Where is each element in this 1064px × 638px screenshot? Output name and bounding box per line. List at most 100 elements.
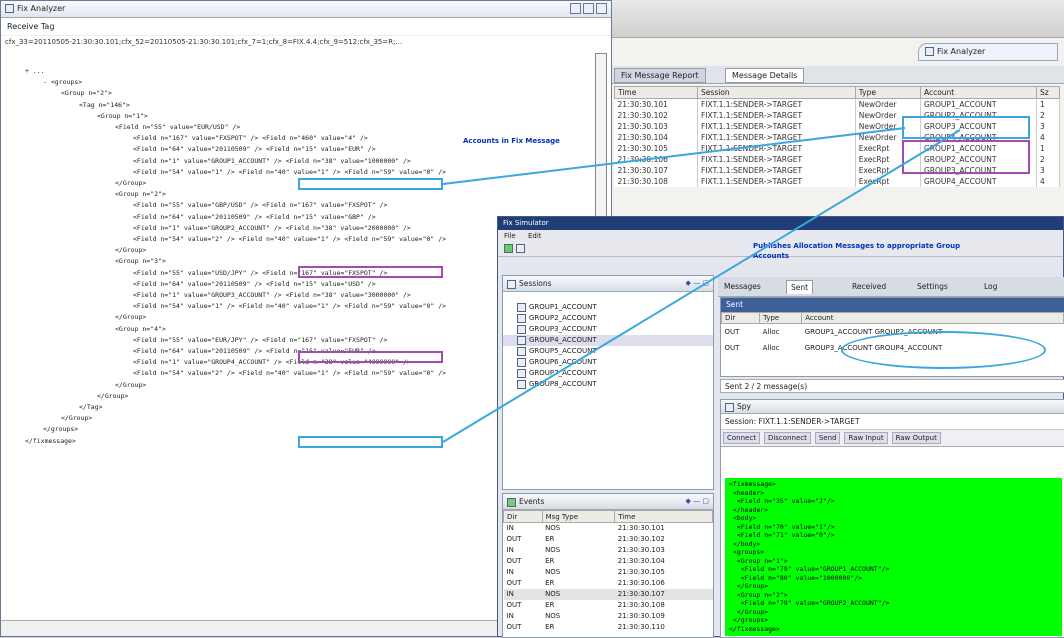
table-cell: 21:30:30.108	[614, 176, 699, 187]
maximize-button[interactable]	[583, 3, 594, 14]
table-cell: 21:30:30.105	[617, 568, 665, 576]
spy-subtab[interactable]: Send	[814, 432, 841, 444]
tab-sent[interactable]: Sent	[786, 280, 814, 294]
table-cell: OUT	[724, 343, 740, 352]
xml-line: </Group>	[115, 313, 147, 322]
spy-subtab[interactable]: Disconnect	[763, 432, 811, 444]
column-header[interactable]: Type	[759, 312, 803, 324]
bg-tab-bar: Fix Message Report Message Details	[610, 66, 1064, 84]
xml-line: <Field n="1" value="GROUP3_ACCOUNT" /> <…	[133, 291, 411, 299]
table-row[interactable]: OUT ER 21:30:30.110	[504, 622, 713, 633]
table-row[interactable]: IN NOS 21:30:30.101	[504, 523, 713, 534]
column-header[interactable]: Time	[613, 86, 699, 99]
table-cell: 2	[1036, 154, 1060, 165]
column-header[interactable]: Account	[801, 312, 1064, 324]
table-cell: NOS	[545, 568, 561, 576]
raw-message-line: cfx_33=20110505-21:30:30.101;cfx_52=2011…	[5, 38, 403, 46]
xml-line: <Field n="54" value="2" /> <Field n="40"…	[133, 369, 447, 378]
session-label: GROUP7_ACCOUNT	[529, 369, 597, 377]
table-cell: OUT	[506, 535, 522, 543]
spy-session-line: Session: FIXT.1.1:SENDER->TARGET	[721, 414, 1064, 430]
app-icon	[5, 4, 14, 13]
table-row[interactable]: 21:30:30.108 FIXT.1.1:SENDER->TARGET ExecR…	[614, 176, 1060, 187]
session-icon	[517, 313, 526, 323]
panel-menu-icon[interactable]: ◆ — ▢	[686, 497, 709, 505]
tab-messages[interactable]: Messages	[720, 280, 765, 293]
tab-fix-message-report[interactable]: Fix Message Report	[614, 68, 706, 83]
table-cell: 21:30:30.107	[614, 165, 699, 176]
table-row[interactable]: OUT ER 21:30:30.102	[504, 534, 713, 545]
column-header[interactable]: Time	[614, 510, 713, 523]
tab-log[interactable]: Log	[980, 280, 1001, 293]
session-label: GROUP6_ACCOUNT	[529, 358, 597, 366]
column-header[interactable]: Sz	[1036, 86, 1060, 99]
table-cell: FIXT.1.1:SENDER->TARGET	[697, 132, 856, 143]
table-cell: Alloc	[762, 343, 780, 352]
table-cell: 21:30:30.108	[617, 601, 665, 609]
sent-summary: Sent 2 / 2 message(s)	[720, 379, 1064, 393]
xml-line: </Group>	[115, 246, 147, 255]
xml-highlight-3	[298, 351, 443, 363]
table-cell: Alloc	[762, 327, 780, 336]
xml-line: <Group n="3">	[115, 257, 166, 266]
xml-line: <Field n="55" value="EUR/JPY" /> <Field …	[133, 335, 388, 344]
column-header[interactable]: Dir	[720, 312, 761, 324]
column-header[interactable]: Session	[697, 86, 856, 99]
xml-line: - <groups>	[43, 78, 83, 87]
session-label: GROUP4_ACCOUNT	[529, 336, 597, 344]
spy-subtab[interactable]: Raw Input	[844, 432, 888, 444]
minimize-button[interactable]	[570, 3, 581, 14]
column-header[interactable]: Type	[854, 86, 921, 99]
column-header[interactable]: Msg Type	[541, 510, 616, 523]
xml-line: <Field n="64" value="20110509" /> <Field…	[133, 212, 376, 221]
panel-menu-icon[interactable]: ◆ — ▢	[686, 279, 709, 287]
table-row[interactable]: OUT ER 21:30:30.108	[504, 600, 713, 611]
table-cell: FIXT.1.1:SENDER->TARGET	[697, 165, 856, 176]
session-item[interactable]: GROUP6_ACCOUNT	[503, 357, 713, 368]
run-icon[interactable]	[504, 244, 513, 253]
spy-subtab[interactable]: Connect	[723, 432, 760, 444]
table-row[interactable]: OUT ER 21:30:30.106	[504, 578, 713, 589]
session-icon	[517, 357, 526, 367]
spy-panel: Spy Session: FIXT.1.1:SENDER->TARGET Con…	[720, 399, 1064, 638]
table-row[interactable]: 21:30:30.101 FIXT.1.1:SENDER->TARGET NewOr…	[614, 98, 1060, 110]
menu-file[interactable]: File	[504, 232, 516, 240]
table-row[interactable]: IN NOS 21:30:30.109	[504, 611, 713, 622]
table-row[interactable]: OUT ER 21:30:30.104	[504, 556, 713, 567]
column-header[interactable]: Dir	[503, 510, 543, 523]
close-button[interactable]	[596, 3, 607, 14]
table-cell: OUT	[506, 601, 522, 609]
table-row[interactable]: IN NOS 21:30:30.105	[504, 567, 713, 578]
table-cell: FIXT.1.1:SENDER->TARGET	[697, 154, 856, 165]
table-cell: 21:30:30.107	[614, 588, 713, 600]
perspective-switcher[interactable]: Fix Analyzer	[918, 43, 1058, 61]
table-cell: 4	[1036, 176, 1060, 187]
session-item[interactable]: GROUP2_ACCOUNT	[503, 313, 713, 324]
session-item[interactable]: GROUP1_ACCOUNT	[503, 302, 713, 313]
column-header[interactable]: Account	[919, 86, 1038, 99]
session-item[interactable]: GROUP3_ACCOUNT	[503, 324, 713, 335]
table-cell: IN	[506, 568, 514, 576]
annotation-publishes: Publishes Allocation Messages to appropr…	[753, 242, 961, 260]
spy-xml-output: <fixmessage> <header> <Field n="35" valu…	[725, 478, 1062, 636]
session-item[interactable]: GROUP8_ACCOUNT	[503, 379, 713, 390]
events-panel: Events ◆ — ▢ Dir Msg Type Time IN NOS 21:30:30…	[502, 493, 714, 638]
stop-icon[interactable]	[516, 244, 525, 253]
table-row[interactable]: IN NOS 21:30:30.107	[503, 588, 713, 600]
xml-line: </fixmessage>	[25, 436, 76, 445]
table-row[interactable]: IN NOS 21:30:30.103	[504, 545, 713, 556]
menu-edit[interactable]: Edit	[528, 232, 542, 240]
tab-message-details[interactable]: Message Details	[725, 68, 805, 83]
tab-received[interactable]: Received	[848, 280, 890, 293]
spy-subtab[interactable]: Raw Output	[891, 432, 941, 444]
session-item[interactable]: GROUP5_ACCOUNT	[503, 346, 713, 357]
xml-line: <Field n="55" value="GBP/USD" /> <Field …	[133, 201, 388, 210]
table-cell: GROUP4_ACCOUNT	[920, 176, 1038, 187]
session-item[interactable]: GROUP4_ACCOUNT	[503, 335, 713, 346]
session-icon	[517, 302, 526, 312]
session-item[interactable]: GROUP7_ACCOUNT	[503, 368, 713, 379]
tab-settings[interactable]: Settings	[913, 280, 952, 293]
xml-line: + ...	[25, 67, 45, 75]
table-cell: 1	[1036, 143, 1060, 154]
session-icon	[517, 368, 526, 378]
